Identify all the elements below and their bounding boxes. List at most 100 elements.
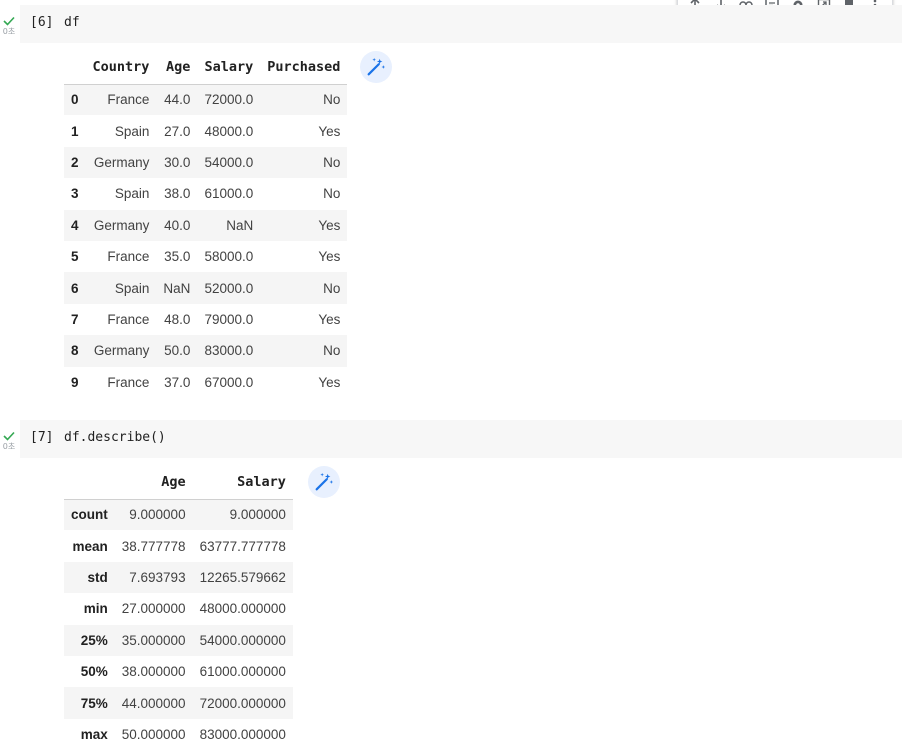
cell-run-status[interactable]: 0초 — [0, 16, 18, 36]
row-index: 9 — [71, 374, 79, 390]
table-row: std 7.693793 12265.579662 — [64, 561, 293, 594]
table-cell: 83000.0 — [204, 343, 254, 359]
suggest-charts-button[interactable] — [308, 466, 340, 498]
table-cell: 72000.0 — [204, 92, 254, 108]
table-cell: France — [107, 374, 150, 390]
table-cell: 72000.000000 — [199, 695, 286, 711]
table-row: 2 Germany 30.0 54000.0 No — [64, 146, 348, 179]
row-index: 7 — [71, 311, 79, 327]
table-row: 7 France 48.0 79000.0 Yes — [64, 304, 347, 335]
table-cell: France — [107, 249, 150, 265]
table-cell: No — [323, 92, 341, 108]
table-cell: Yes — [318, 249, 341, 265]
table-row: count 9.000000 9.000000 — [64, 499, 293, 531]
table-cell: No — [323, 186, 341, 202]
code-text[interactable]: df.describe() — [64, 430, 166, 445]
column-header: Age — [114, 466, 193, 500]
table-cell: 63777.777778 — [199, 538, 286, 554]
table-cell: France — [107, 92, 150, 108]
column-header: Salary — [192, 466, 293, 500]
table-cell: 48.0 — [164, 311, 191, 327]
row-index: min — [83, 601, 108, 617]
table-cell: Germany — [93, 217, 150, 233]
table-cell: 61000.000000 — [199, 664, 286, 680]
column-header: Age — [156, 51, 198, 85]
table-cell: 30.0 — [164, 154, 191, 170]
table-cell: 48000.0 — [204, 123, 254, 139]
row-index: 5 — [71, 249, 79, 265]
table-cell: Spain — [114, 280, 150, 296]
table-cell: Yes — [318, 374, 341, 390]
table-cell: 52000.0 — [204, 280, 254, 296]
row-index: 1 — [71, 123, 79, 139]
table-row: 0 France 44.0 72000.0 No — [64, 84, 348, 116]
table-row: 4 Germany 40.0 NaN Yes — [64, 209, 348, 241]
table-cell: Yes — [318, 217, 341, 233]
table-cell: No — [323, 343, 341, 359]
table-header-row: Age Salary — [64, 466, 293, 500]
table-cell: Yes — [318, 311, 341, 327]
table-cell: 37.0 — [164, 374, 191, 390]
table-cell: 83000.000000 — [199, 726, 286, 742]
table-cell: 9.000000 — [229, 507, 286, 523]
column-header: Purchased — [260, 51, 348, 85]
table-row: 75% 44.000000 72000.000000 — [64, 687, 293, 719]
table-cell: 7.693793 — [129, 569, 186, 585]
check-icon — [3, 16, 15, 26]
row-index: 3 — [71, 186, 79, 202]
magic-wand-icon — [315, 472, 334, 491]
dataframe-table: Country Age Salary Purchased 0 France 44.0… — [64, 51, 348, 398]
table-cell: 48000.000000 — [199, 601, 286, 617]
table-row: 3 Spain 38.0 61000.0 No — [64, 178, 347, 209]
row-index: 75% — [80, 695, 108, 711]
row-index: 25% — [80, 632, 108, 648]
table-row: max 50.000000 83000.000000 — [64, 719, 293, 750]
table-cell: 9.000000 — [129, 507, 186, 523]
row-index: 50% — [80, 664, 108, 680]
table-cell: 35.000000 — [121, 632, 186, 648]
table-cell: 38.000000 — [121, 664, 186, 680]
code-editor[interactable] — [20, 5, 902, 43]
row-index: mean — [72, 538, 108, 554]
table-cell: No — [323, 154, 341, 170]
table-cell: 50.000000 — [121, 726, 186, 742]
index-header — [64, 466, 115, 500]
table-cell: Spain — [114, 123, 150, 139]
row-index: 4 — [71, 217, 79, 233]
table-cell: 27.000000 — [121, 601, 186, 617]
table-row: 9 France 37.0 67000.0 Yes — [64, 367, 347, 398]
row-index: 8 — [71, 343, 79, 359]
describe-table: Age Salary count 9.000000 9.000000 mean 38.7… — [64, 466, 293, 750]
table-row: 50% 38.000000 61000.000000 — [64, 656, 293, 687]
table-cell: 35.0 — [164, 249, 191, 265]
execution-time: 0초 — [2, 442, 16, 451]
table-cell: NaN — [226, 217, 254, 233]
table-cell: 50.0 — [164, 343, 191, 359]
code-text[interactable]: df — [64, 15, 80, 30]
column-header: Salary — [197, 51, 261, 85]
table-row: 1 Spain 27.0 48000.0 Yes — [64, 115, 347, 146]
table-cell: 79000.0 — [204, 311, 254, 327]
table-row: min 27.000000 48000.000000 — [64, 593, 293, 624]
table-cell: 54000.0 — [204, 154, 254, 170]
row-index: 6 — [71, 280, 79, 296]
cell-run-status[interactable]: 0초 — [0, 431, 18, 451]
row-index: 0 — [71, 92, 79, 108]
column-header: Country — [85, 51, 157, 85]
table-cell: 12265.579662 — [199, 569, 286, 585]
row-index: 2 — [71, 154, 79, 170]
table-cell: 38.0 — [164, 186, 191, 202]
suggest-charts-button[interactable] — [360, 51, 392, 83]
table-header-row: Country Age Salary Purchased — [64, 51, 348, 85]
table-cell: Spain — [114, 186, 150, 202]
table-cell: 44.0 — [164, 92, 191, 108]
table-cell: 40.0 — [164, 217, 191, 233]
table-cell: 54000.000000 — [199, 632, 286, 648]
table-cell: NaN — [163, 280, 191, 296]
table-cell: France — [107, 311, 150, 327]
check-icon — [3, 431, 15, 441]
table-cell: 27.0 — [164, 123, 191, 139]
execution-count: [7] — [30, 430, 54, 445]
table-cell: 67000.0 — [204, 374, 254, 390]
table-cell: No — [323, 280, 341, 296]
